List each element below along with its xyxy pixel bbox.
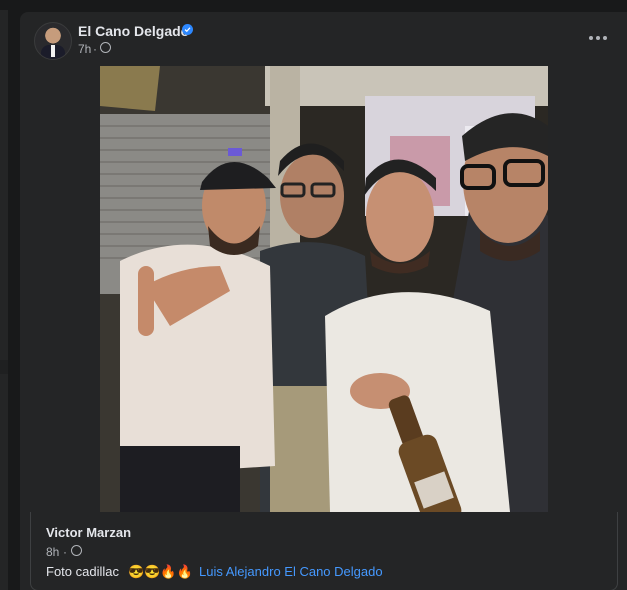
shared-author-name[interactable]: Victor Marzan bbox=[46, 525, 131, 540]
globe-icon[interactable] bbox=[100, 42, 111, 53]
top-gutter bbox=[0, 0, 627, 10]
left-panel-edge bbox=[0, 10, 8, 590]
shared-caption-text: Foto cadillac bbox=[46, 564, 119, 579]
author-name[interactable]: El Cano Delgado bbox=[78, 23, 189, 39]
post-photo[interactable] bbox=[100, 66, 548, 512]
more-options-icon bbox=[589, 36, 593, 40]
mention-link[interactable]: Luis Alejandro El Cano Delgado bbox=[199, 564, 383, 579]
shared-timestamp[interactable]: 8h bbox=[46, 545, 59, 559]
post-timestamp[interactable]: 7h bbox=[78, 42, 91, 56]
time-separator: · bbox=[93, 42, 97, 56]
sunglasses-fire-emoji-icons: 😎😎🔥🔥 bbox=[128, 564, 193, 579]
more-options-button[interactable] bbox=[580, 26, 616, 50]
app-frame: El Cano Delgado 7h · Victor Marzan 8h · … bbox=[0, 0, 627, 590]
author-avatar[interactable] bbox=[34, 22, 72, 60]
shared-time-separator: · bbox=[63, 545, 67, 559]
globe-icon[interactable] bbox=[71, 545, 82, 556]
shared-comment: Victor Marzan 8h · Foto cadillac 😎😎🔥🔥 Lu… bbox=[30, 512, 618, 590]
verified-badge-icon bbox=[182, 24, 193, 35]
post-header: El Cano Delgado 7h · bbox=[20, 12, 627, 64]
post-card: El Cano Delgado 7h · Victor Marzan 8h · … bbox=[20, 12, 627, 590]
